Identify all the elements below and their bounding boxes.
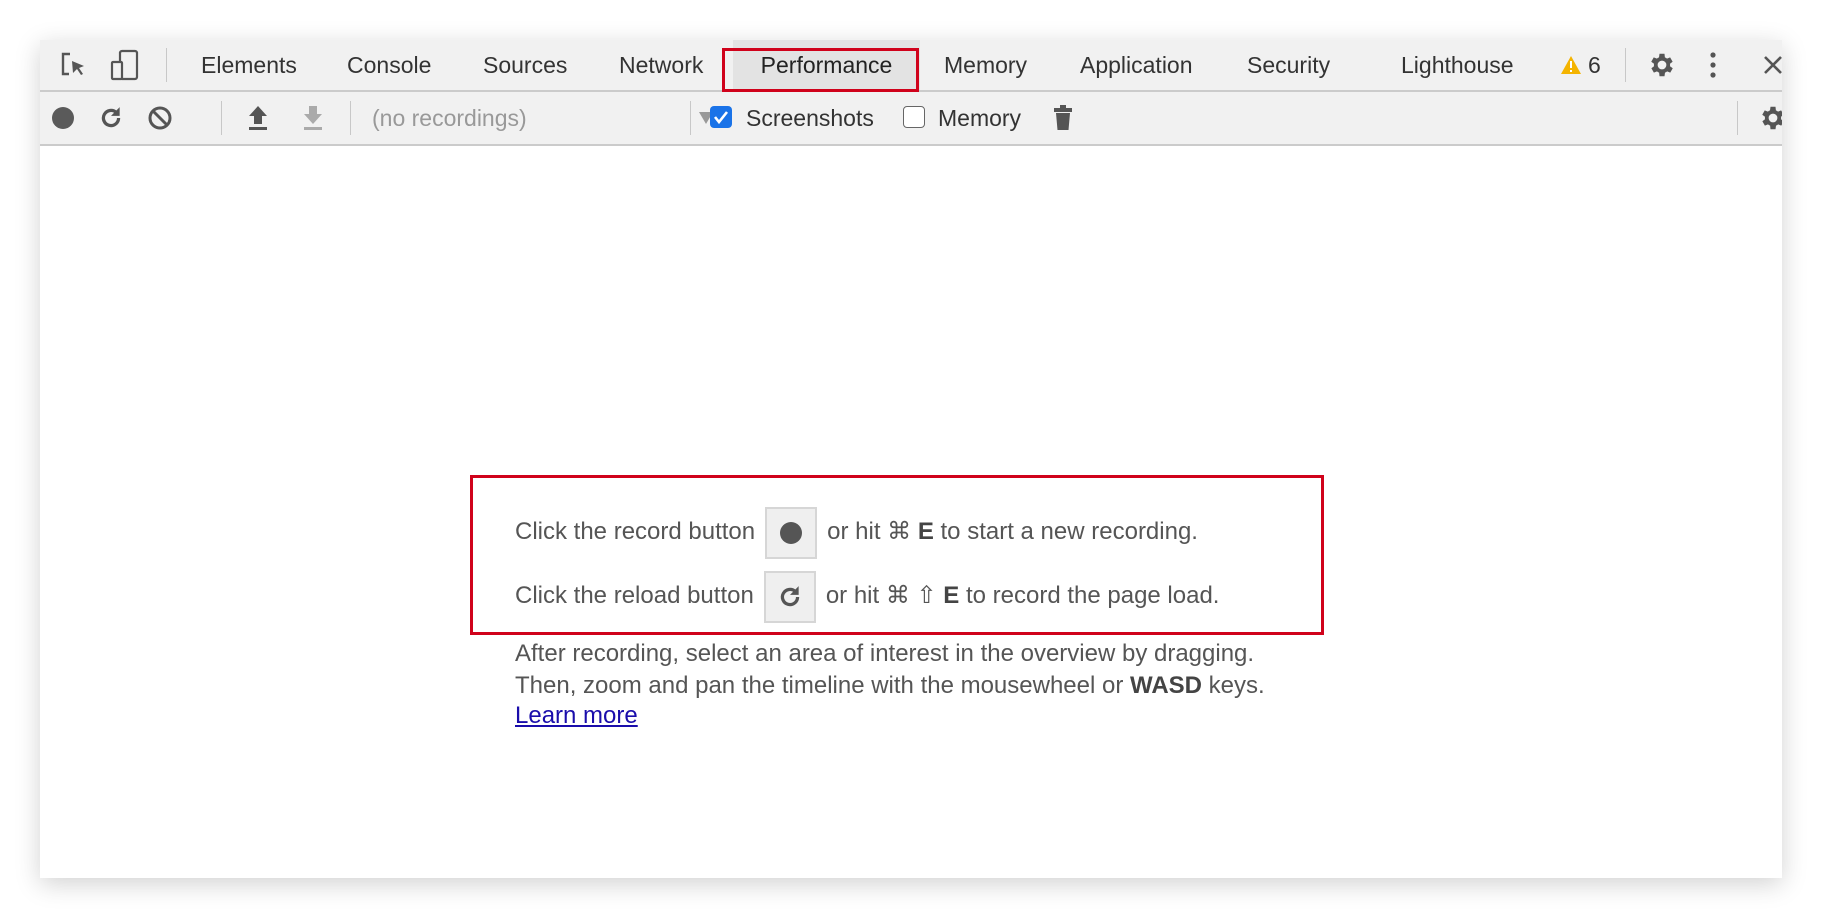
close-icon[interactable] [1762,54,1782,76]
reload-shortcut-key: E [943,582,960,609]
reload-button[interactable] [763,570,816,623]
tab-lighthouse[interactable]: Lighthouse [1401,40,1514,90]
tab-sources[interactable]: Sources [483,40,567,90]
warnings-badge[interactable]: 6 [1560,40,1601,90]
learn-more-row: Learn more [515,702,638,730]
record-icon[interactable] [51,106,75,130]
tab-console[interactable]: Console [347,40,431,90]
record-icon [780,521,803,544]
after-text-a: Then, zoom and pan the timeline with the… [515,672,1131,699]
checkmark-icon [713,111,729,125]
wasd-keys: WASD [1130,672,1203,699]
tab-security[interactable]: Security [1247,40,1330,90]
tab-memory[interactable]: Memory [944,40,1027,90]
reload-prefix: Click the reload button [515,582,754,609]
reload-suffix: to record the page load. [959,582,1220,609]
settings-gear-icon[interactable] [1647,50,1677,80]
clear-icon[interactable] [147,105,173,131]
reload-shortcut-text: or hit ⌘ ⇧ [825,582,944,609]
record-shortcut-key: E [917,518,934,545]
divider [690,101,691,135]
divider [166,48,167,82]
screenshots-checkbox[interactable] [710,106,732,128]
recordings-select[interactable]: (no recordings) [372,92,717,144]
tab-network[interactable]: Network [619,40,703,90]
performance-toolbar: (no recordings) Screenshots Memory [40,92,1782,146]
performance-tab-highlight [722,48,919,92]
record-button[interactable] [765,506,818,559]
devtools-panel: Elements Console Sources Network Perform… [40,40,1782,878]
device-toolbar-icon[interactable] [110,49,140,81]
inspect-element-icon[interactable] [60,51,88,79]
learn-more-link[interactable]: Learn more [515,702,638,729]
after-recording-text-2: Then, zoom and pan the timeline with the… [515,672,1265,700]
after-recording-text-1: After recording, select an area of inter… [515,640,1255,667]
after-text-b: keys. [1202,672,1265,699]
divider [1737,101,1738,135]
reload-icon [780,585,800,606]
save-profile-icon[interactable] [301,104,325,132]
memory-label[interactable]: Memory [938,92,1021,144]
reload-record-icon[interactable] [98,105,124,131]
record-shortcut-text: or hit ⌘ [827,518,918,545]
divider [221,101,222,135]
more-options-icon[interactable] [1708,51,1718,79]
screenshots-label[interactable]: Screenshots [746,92,874,144]
divider [1625,48,1626,82]
divider [350,101,351,135]
reload-instruction: Click the reload button or hit ⌘ ⇧ E to r… [515,570,1219,623]
record-suffix: to start a new recording. [933,518,1198,545]
record-prefix: Click the record button [515,518,756,545]
warning-count: 6 [1588,51,1601,78]
tab-elements[interactable]: Elements [201,40,297,90]
warning-icon [1561,56,1581,74]
capture-settings-icon[interactable] [1758,103,1782,133]
tab-application[interactable]: Application [1080,40,1193,90]
load-profile-icon[interactable] [246,104,270,132]
recordings-select-value: (no recordings) [372,105,527,131]
trash-icon[interactable] [1053,104,1073,132]
memory-checkbox[interactable] [903,106,925,128]
record-instruction: Click the record button or hit ⌘ E to sta… [515,506,1198,559]
